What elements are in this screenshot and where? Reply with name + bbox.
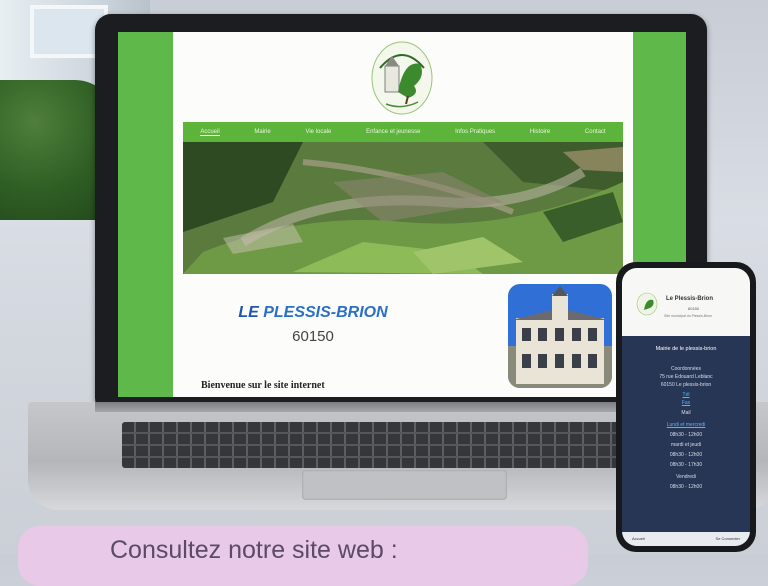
phone-line: mardi et jeudi — [670, 442, 701, 448]
phone-line: Vendredi — [676, 474, 696, 480]
phone-body: Mairie de le plessis-brion Coordonnées 7… — [622, 336, 750, 546]
phone-line: 08h30 - 12h00 — [669, 452, 703, 458]
website-page: Accueil Mairie Vie locale Enfance et jeu… — [173, 32, 633, 397]
phone-footer-login[interactable]: Se Connecter — [716, 536, 740, 541]
nav-item-mairie[interactable]: Mairie — [254, 129, 270, 135]
phone-line: 08h30 - 17h30 — [669, 462, 703, 468]
aerial-photo — [183, 142, 623, 274]
phone-footer: Accueil Se Connecter — [622, 532, 750, 546]
town-logo — [371, 41, 433, 115]
town-title-name: PLESSIS-BRION — [263, 304, 388, 321]
town-title-prefix: LE — [238, 304, 259, 321]
phone-tel-link[interactable]: Tél — [622, 392, 750, 398]
phone-mail: Mail — [681, 410, 691, 416]
smartphone-screen: Le Plessis-Brion 60150 Site municipal du… — [622, 268, 750, 546]
town-postcode: 60150 — [292, 328, 334, 345]
promo-banner-text: Consultez notre site web : — [110, 536, 398, 564]
phone-line: 08h30 - 12h00 — [669, 432, 703, 438]
phone-heading: Mairie de le plessis-brion — [655, 346, 717, 352]
nav-item-infos[interactable]: Infos Pratiques — [455, 129, 495, 135]
phone-footer-home[interactable]: Accueil — [632, 536, 645, 541]
phone-fax-link[interactable]: Fax — [622, 400, 750, 406]
nav-item-contact[interactable]: Contact — [585, 129, 606, 135]
nav-item-enfance[interactable]: Enfance et jeunesse — [366, 129, 420, 135]
nav-item-accueil[interactable]: Accueil — [200, 129, 220, 136]
nav-item-vie-locale[interactable]: Vie locale — [305, 129, 331, 135]
phone-line: 75 rue Edouard Leblanc — [659, 374, 713, 380]
welcome-text: Bienvenue sur le site internet — [201, 380, 325, 391]
smartphone: Le Plessis-Brion 60150 Site municipal du… — [616, 262, 756, 552]
phone-line: 60150 Le plessis-brion — [660, 382, 712, 388]
phone-logo — [636, 292, 658, 316]
nav-item-histoire[interactable]: Histoire — [530, 129, 550, 135]
phone-line: Coordonnées — [670, 366, 702, 372]
town-title: LE PLESSIS-BRION — [213, 304, 413, 322]
phone-header: Le Plessis-Brion 60150 Site municipal du… — [622, 268, 750, 336]
phone-line: 08h30 - 12h00 — [669, 484, 703, 490]
town-hall-photo — [508, 284, 612, 388]
laptop-trackpad — [302, 470, 507, 500]
laptop-keyboard-rows — [122, 422, 682, 468]
site-navbar: Accueil Mairie Vie locale Enfance et jeu… — [183, 122, 623, 142]
laptop-screen: Accueil Mairie Vie locale Enfance et jeu… — [118, 32, 686, 397]
phone-title: Le Plessis-Brion — [666, 296, 714, 302]
phone-subtitle: 60150 — [688, 306, 700, 311]
phone-tagline: Site municipal du Plessis-Brion — [664, 314, 713, 318]
phone-hours-link[interactable]: Lundi et mercredi — [622, 422, 750, 428]
